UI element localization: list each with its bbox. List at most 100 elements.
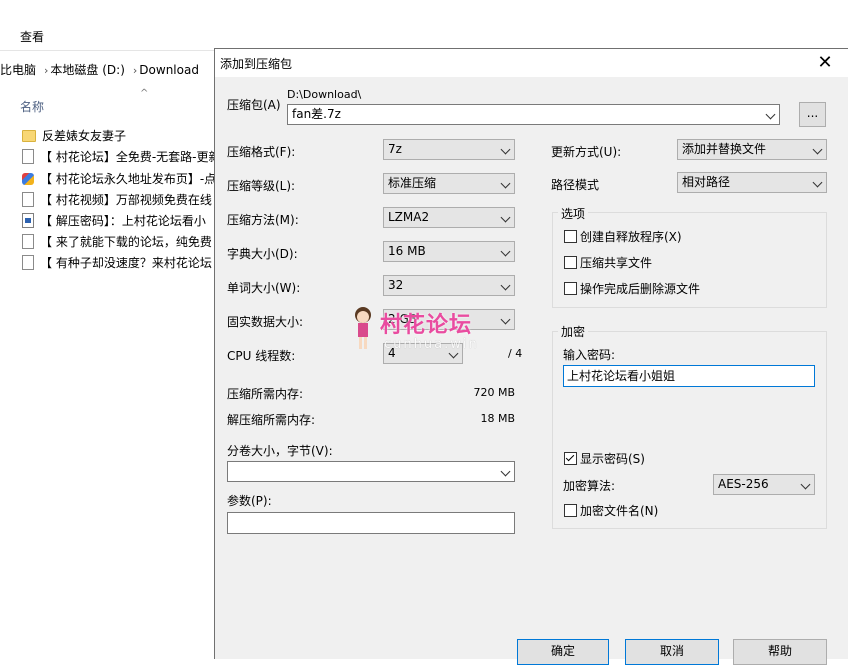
parameters-label: 参数(P): xyxy=(227,494,272,508)
dictionary-select[interactable]: 16 MB xyxy=(383,241,515,262)
threads-label: CPU 线程数: xyxy=(227,349,296,363)
file-name: 【 有种子却没速度？来村花论坛 xyxy=(40,256,212,270)
chevron-down-icon xyxy=(812,177,823,188)
encryption-method-value: AES-256 xyxy=(718,477,769,491)
format-label: 压缩格式(F): xyxy=(227,145,296,159)
add-to-archive-dialog: 添加到压缩包 ✕ 压缩包(A) D:\Download\ fan差.7z ...… xyxy=(214,48,848,665)
address-segment-folder[interactable]: Download xyxy=(139,63,199,77)
password-label: 输入密码: xyxy=(563,348,616,362)
delete-after-checkbox[interactable]: 操作完成后删除源文件 xyxy=(564,282,700,296)
document-icon xyxy=(22,234,34,249)
list-item[interactable]: 【 来了就能下载的论坛，纯免费 xyxy=(22,232,216,252)
help-button[interactable]: 帮助 xyxy=(733,639,827,665)
memory-compress-label: 压缩所需内存: xyxy=(227,387,304,401)
address-segment-pc[interactable]: 比电脑 xyxy=(0,63,36,77)
archive-name-value: fan差.7z xyxy=(292,107,341,121)
column-header-name[interactable]: 名称 xyxy=(20,98,44,115)
threads-max: / 4 xyxy=(508,347,523,360)
file-name: 反差婊女友妻子 xyxy=(42,129,127,143)
checkbox-box[interactable] xyxy=(564,282,577,295)
update-mode-value: 添加并替换文件 xyxy=(682,142,767,156)
chevron-down-icon xyxy=(500,280,511,291)
file-name: 【 村花视频】万部视频免费在线 xyxy=(40,193,212,207)
close-icon[interactable]: ✕ xyxy=(810,50,840,76)
word-size-select[interactable]: 32 xyxy=(383,275,515,296)
show-password-checkbox[interactable]: 显示密码(S) xyxy=(564,452,645,466)
archive-directory: D:\Download\ xyxy=(287,88,362,101)
checkbox-box[interactable] xyxy=(564,504,577,517)
word-size-value: 32 xyxy=(388,278,404,292)
level-select[interactable]: 标准压缩 xyxy=(383,173,515,194)
delete-after-label: 操作完成后删除源文件 xyxy=(580,282,701,296)
checkbox-box-checked[interactable] xyxy=(564,452,577,465)
list-item[interactable]: 【 村花论坛】全免费-无套路-更新 xyxy=(22,147,216,167)
encryption-title: 加密 xyxy=(558,323,589,340)
method-select[interactable]: LZMA2 xyxy=(383,207,515,228)
encryption-method-label: 加密算法: xyxy=(563,479,616,493)
file-name: 【 村花论坛】全免费-无套路-更新 xyxy=(40,150,216,164)
file-name: 【 村花论坛永久地址发布页】-点 xyxy=(40,172,216,186)
format-value: 7z xyxy=(388,142,402,156)
chevron-down-icon xyxy=(812,144,823,155)
memory-decompress-value: 18 MB xyxy=(480,412,515,425)
memory-compress-value: 720 MB xyxy=(473,386,515,399)
solid-size-value: 2 GB xyxy=(388,312,417,326)
path-mode-select[interactable]: 相对路径 xyxy=(677,172,827,193)
file-name: 【 来了就能下载的论坛，纯免费 xyxy=(40,235,212,249)
parameters-input[interactable] xyxy=(227,512,515,534)
memory-decompress-label: 解压缩所需内存: xyxy=(227,413,316,427)
url-icon xyxy=(22,172,34,185)
view-menu[interactable]: 查看 xyxy=(20,28,44,45)
archive-label: 压缩包(A) xyxy=(227,98,281,112)
list-item[interactable]: 【 村花视频】万部视频免费在线 xyxy=(22,190,216,210)
sfx-checkbox[interactable]: 创建自释放程序(X) xyxy=(564,230,682,244)
address-bar[interactable]: 比电脑 › 本地磁盘 (D:) › Download xyxy=(0,59,214,81)
solid-size-label: 固实数据大小: xyxy=(227,315,304,329)
chevron-right-icon: › xyxy=(132,64,138,77)
method-value: LZMA2 xyxy=(388,210,430,224)
chevron-down-icon xyxy=(500,212,511,223)
level-label: 压缩等级(L): xyxy=(227,179,296,193)
sort-up-icon: ^ xyxy=(140,88,149,99)
ok-button[interactable]: 确定 xyxy=(517,639,609,665)
browse-button[interactable]: ... xyxy=(799,102,826,127)
threads-select[interactable]: 4 xyxy=(383,343,463,364)
list-item[interactable]: 反差婊女友妻子 xyxy=(22,126,216,146)
dialog-titlebar[interactable]: 添加到压缩包 ✕ xyxy=(215,49,848,77)
dictionary-value: 16 MB xyxy=(388,244,426,258)
checkbox-box[interactable] xyxy=(564,230,577,243)
checkbox-box[interactable] xyxy=(564,256,577,269)
chevron-down-icon xyxy=(800,479,811,490)
file-name: 【 解压密码】：上村花论坛看小 xyxy=(40,214,206,228)
list-item[interactable]: 【 解压密码】：上村花论坛看小 xyxy=(22,211,216,231)
address-segment-drive[interactable]: 本地磁盘 (D:) xyxy=(50,63,124,77)
split-size-combo[interactable] xyxy=(227,461,515,482)
list-item[interactable]: 【 有种子却没速度？来村花论坛 xyxy=(22,253,216,273)
word-size-label: 单词大小(W): xyxy=(227,281,301,295)
chevron-down-icon xyxy=(500,178,511,189)
encryption-method-select[interactable]: AES-256 xyxy=(713,474,815,495)
chevron-down-icon xyxy=(500,466,511,477)
chevron-right-icon: › xyxy=(44,64,49,77)
list-item[interactable]: 【 村花论坛永久地址发布页】-点 xyxy=(22,169,216,189)
level-value: 标准压缩 xyxy=(388,176,437,190)
threads-value: 4 xyxy=(388,346,396,360)
encrypt-names-label: 加密文件名(N) xyxy=(580,504,659,518)
archive-name-combo[interactable]: fan差.7z xyxy=(287,104,780,125)
chevron-down-icon xyxy=(500,314,511,325)
shared-files-label: 压缩共享文件 xyxy=(580,256,653,270)
chevron-down-icon xyxy=(448,348,459,359)
show-password-label: 显示密码(S) xyxy=(580,452,645,466)
split-size-label: 分卷大小，字节(V): xyxy=(227,444,333,458)
cancel-button[interactable]: 取消 xyxy=(625,639,719,665)
format-select[interactable]: 7z xyxy=(383,139,515,160)
folder-icon xyxy=(22,129,36,142)
password-input[interactable]: 上村花论坛看小姐姐 xyxy=(563,365,815,387)
shared-files-checkbox[interactable]: 压缩共享文件 xyxy=(564,256,652,270)
chevron-down-icon xyxy=(765,109,776,120)
shortcut-icon xyxy=(22,213,34,228)
document-icon xyxy=(22,149,34,164)
solid-size-select[interactable]: 2 GB xyxy=(383,309,515,330)
encrypt-names-checkbox[interactable]: 加密文件名(N) xyxy=(564,504,658,518)
update-mode-select[interactable]: 添加并替换文件 xyxy=(677,139,827,160)
